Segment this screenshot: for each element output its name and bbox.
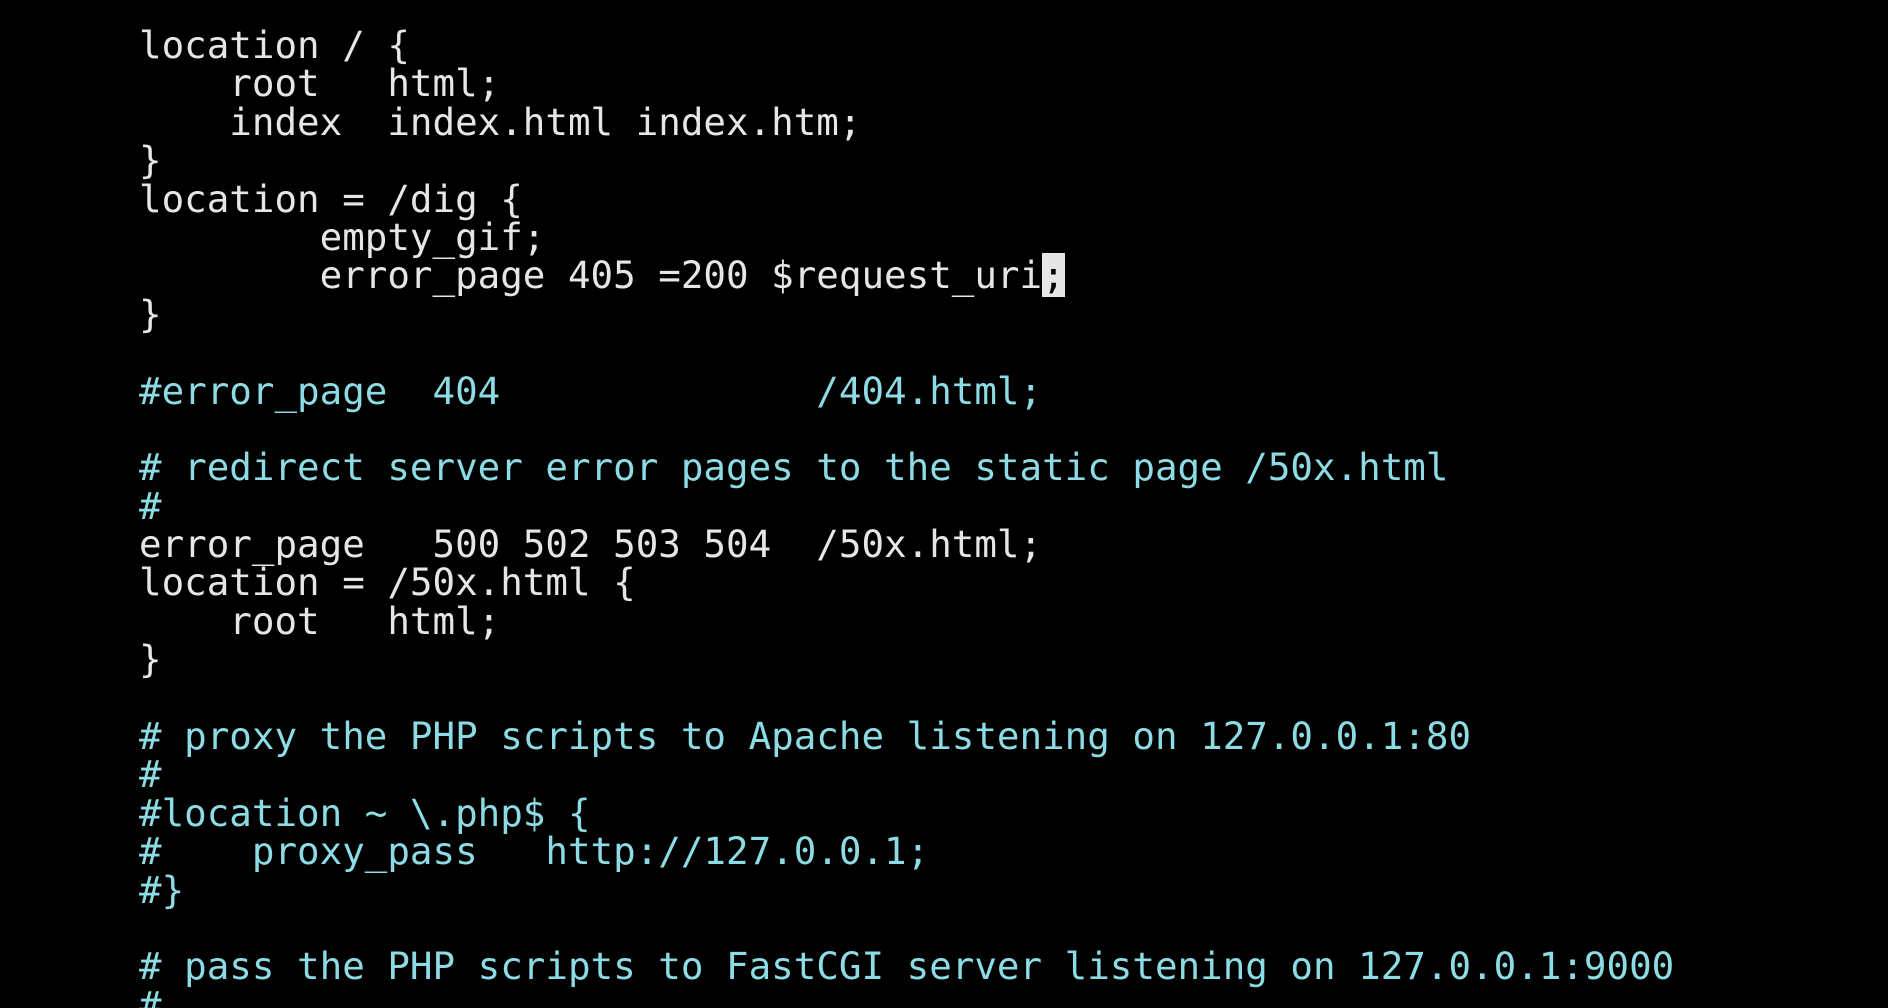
terminal-window[interactable]: location / { root html; index index.html… (0, 0, 1888, 1008)
code-line-13: # (139, 483, 162, 528)
editor-buffer[interactable]: location / { root html; index index.html… (139, 26, 1674, 1008)
code-line-7: error_page 405 =200 $request_uri; (139, 253, 1674, 298)
code-line-8: } (139, 291, 162, 336)
code-line-6: empty_gif; (139, 214, 546, 259)
code-line-23: #} (139, 867, 185, 912)
code-line-10: #error_page 404 /404.html; (139, 368, 1043, 413)
code-line-12: # redirect server error pages to the sta… (139, 445, 1449, 490)
code-line-22: # proxy_pass http://127.0.0.1; (139, 829, 930, 874)
code-line-26: # (139, 982, 162, 1008)
code-line-7-text: error_page 405 =200 $request_uri (139, 253, 1043, 298)
code-line-21: #location ~ \.php$ { (139, 790, 591, 835)
code-line-14: error_page 500 502 503 504 /50x.html; (139, 522, 1043, 567)
code-line-15: location = /50x.html { (139, 560, 636, 605)
code-line-25: # pass the PHP scripts to FastCGI server… (139, 944, 1675, 989)
code-line-4: } (139, 138, 162, 183)
code-line-3: index index.html index.htm; (139, 99, 862, 144)
code-line-19: # proxy the PHP scripts to Apache listen… (139, 714, 1472, 759)
code-line-5: location = /dig { (139, 176, 523, 221)
code-line-16: root html; (139, 598, 501, 643)
code-line-17: } (139, 637, 162, 682)
text-cursor: ; (1042, 253, 1065, 298)
code-line-20: # (139, 752, 162, 797)
code-line-1: location / { (139, 23, 410, 67)
code-line-2: root html; (139, 61, 501, 106)
